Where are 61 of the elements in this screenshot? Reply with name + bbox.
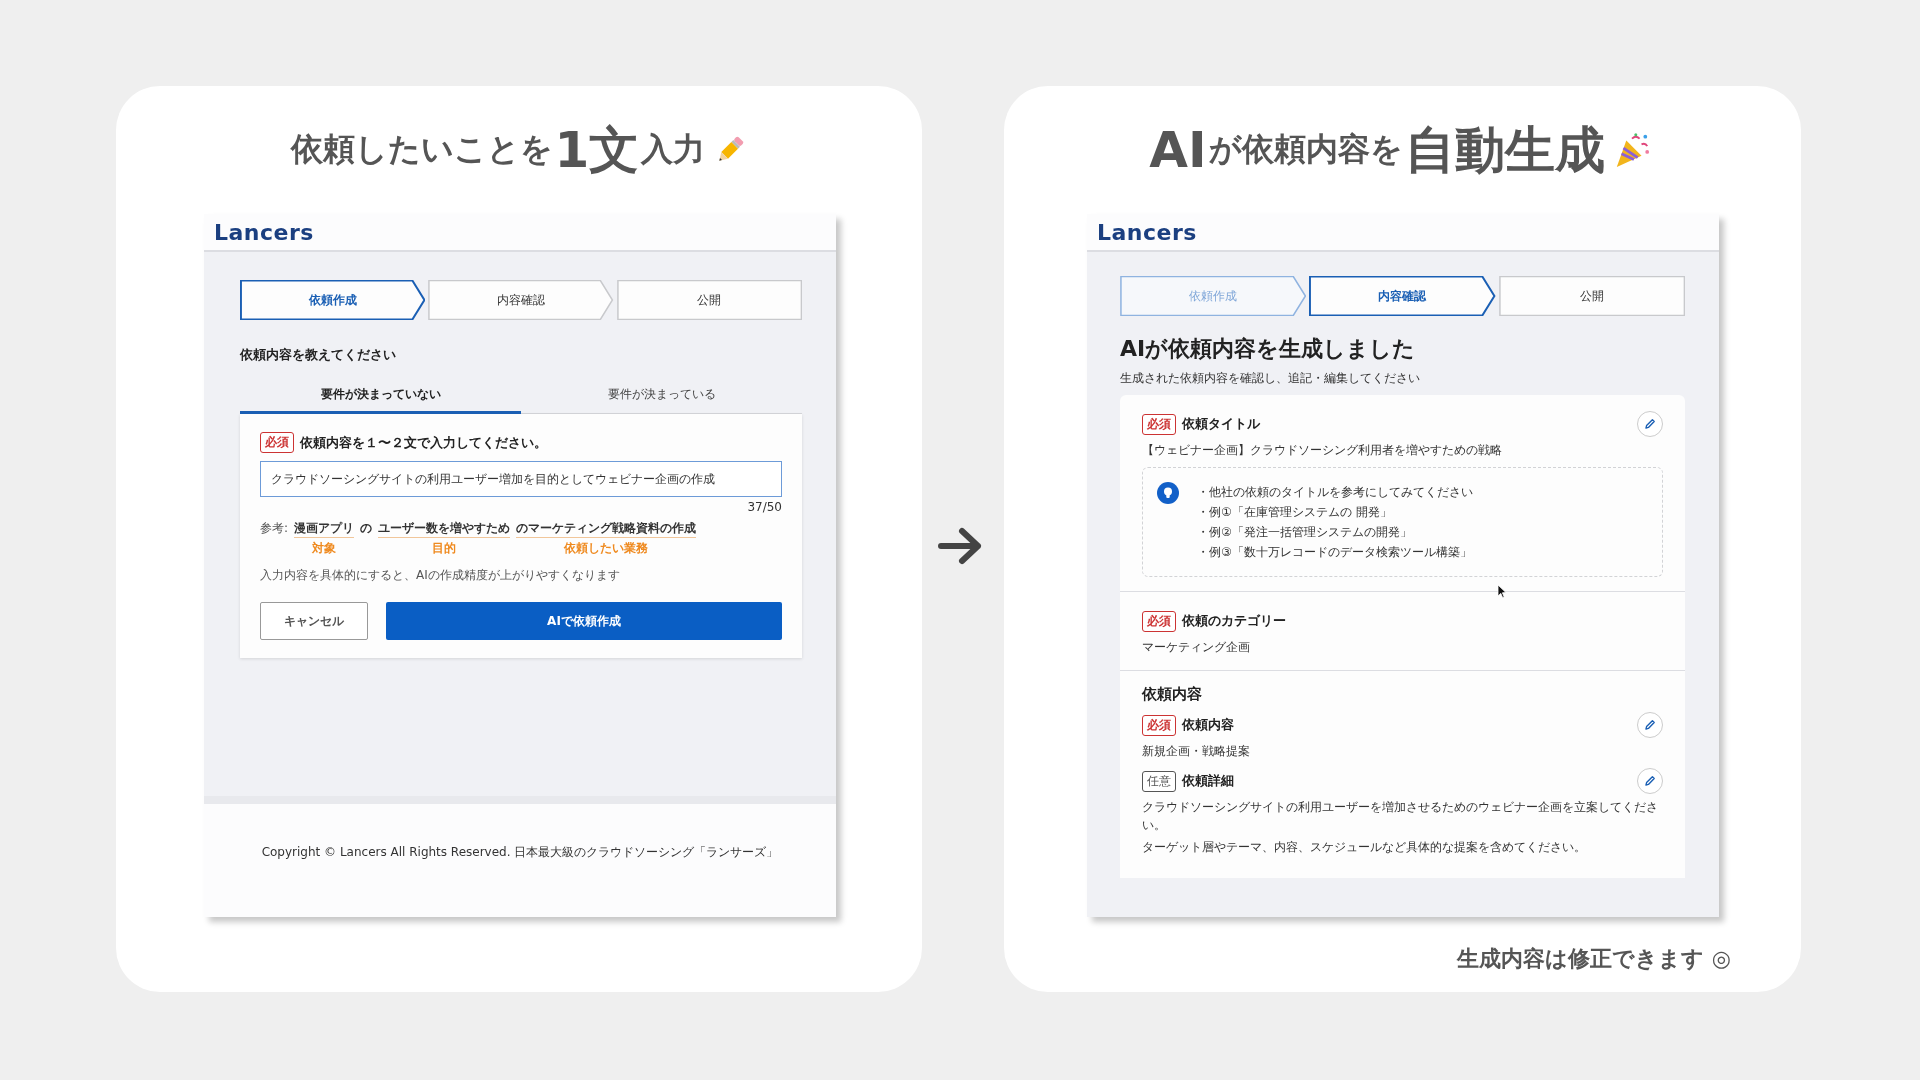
page-heading: AIが依頼内容を生成しました <box>1120 335 1417 363</box>
required-badge: 必須 <box>260 432 294 453</box>
page-subheading: 生成された依頼内容を確認し、追記・編集してください <box>1120 370 1421 387</box>
section-heading: 依頼内容を教えてください <box>240 346 397 364</box>
cancel-button[interactable]: キャンセル <box>260 602 368 640</box>
headline-text: AI <box>1149 121 1207 179</box>
step-tab[interactable]: 公開 <box>1498 276 1685 316</box>
field-value: マーケティング企画 <box>1142 639 1251 656</box>
required-badge: 必須 <box>1142 714 1176 736</box>
example-note: 対象 <box>312 540 337 557</box>
step-tab[interactable]: 内容確認 <box>428 280 614 320</box>
tip-text: ・例③「数十万レコードのデータ検索ツール構築」 <box>1197 544 1473 561</box>
tip-text: ・例②「発注一括管理システムの開発」 <box>1197 524 1413 541</box>
caption-text: 生成内容は修正できます ◎ <box>1457 945 1731 973</box>
right-arrow-icon <box>938 526 984 566</box>
example-text: ユーザー数を増やすため <box>378 520 511 538</box>
copyright-text: Copyright © Lancers All Rights Reserved. 日本最大級のクラウドソーシング「ランサーズ」 <box>261 844 779 861</box>
optional-badge: 任意 <box>1142 770 1176 792</box>
edit-button[interactable] <box>1637 411 1663 437</box>
field-label: 依頼詳細 <box>1182 772 1235 790</box>
lancers-logo[interactable]: Lancers <box>214 219 314 245</box>
request-input-field[interactable]: クラウドソーシングサイトの利用ユーザー増加を目的としてウェビナー企画の作成 <box>260 461 782 497</box>
lightbulb-icon <box>1157 482 1179 504</box>
field-label: 依頼内容 <box>1182 716 1235 734</box>
example-note: 目的 <box>432 540 457 557</box>
step-tab[interactable]: 依頼作成 <box>240 280 426 320</box>
example-note: 依頼したい業務 <box>564 540 649 557</box>
section-heading: 依頼内容 <box>1142 685 1203 704</box>
headline-text: が依頼内容を <box>1208 129 1403 170</box>
required-badge: 必須 <box>1142 413 1176 435</box>
headline-text: 依頼したいことを <box>290 129 553 170</box>
field-label: 依頼内容を１〜２文で入力してください。 <box>300 433 547 452</box>
pencil-icon <box>1644 719 1656 731</box>
example-text: の <box>360 520 373 537</box>
edit-button[interactable] <box>1637 712 1663 738</box>
step-tab[interactable]: 公開 <box>616 280 802 320</box>
field-label: 依頼タイトル <box>1182 415 1261 433</box>
example-label: 参考: <box>260 520 289 537</box>
headline-text: 1文 <box>554 119 640 181</box>
pencil-icon <box>1644 418 1656 430</box>
field-value: ターゲット層やテーマ、内容、スケジュールなど具体的な提案を含めてください。 <box>1142 839 1587 856</box>
tip-text: ・例①「在庫管理システムの 開発」 <box>1197 504 1393 521</box>
edit-button[interactable] <box>1637 768 1663 794</box>
pencil-icon <box>1644 775 1656 787</box>
field-value: 【ウェビナー企画】クラウドソーシング利用者を増やすための戦略 <box>1142 442 1503 459</box>
headline-text: 自動生成 <box>1404 119 1605 181</box>
character-counter: 37/50 <box>746 500 782 514</box>
ai-create-button[interactable]: AIで依頼作成 <box>386 602 782 640</box>
lancers-logo[interactable]: Lancers <box>1097 219 1197 245</box>
tip-text: ・他社の依頼のタイトルを参考にしてみてください <box>1197 484 1473 501</box>
example-text: のマーケティング戦略資料の作成 <box>516 520 697 538</box>
tab[interactable]: 要件が決まっている <box>521 380 802 414</box>
example-text: 漫画アプリ <box>294 520 355 538</box>
mouse-cursor-icon <box>1497 584 1507 599</box>
step-tab[interactable]: 内容確認 <box>1309 276 1496 316</box>
field-value: 新規企画・戦略提案 <box>1142 743 1251 760</box>
field-label: 依頼のカテゴリー <box>1182 612 1287 630</box>
hint-text: 入力内容を具体的にすると、AIの作成精度が上がりやすくなります <box>260 567 621 584</box>
field-value: クラウドソーシングサイトの利用ユーザーを増加させるためのウェビナー企画を立案してください。 <box>1142 799 1659 834</box>
required-badge: 必須 <box>1142 610 1176 632</box>
headline-text: 入力 <box>641 129 706 170</box>
